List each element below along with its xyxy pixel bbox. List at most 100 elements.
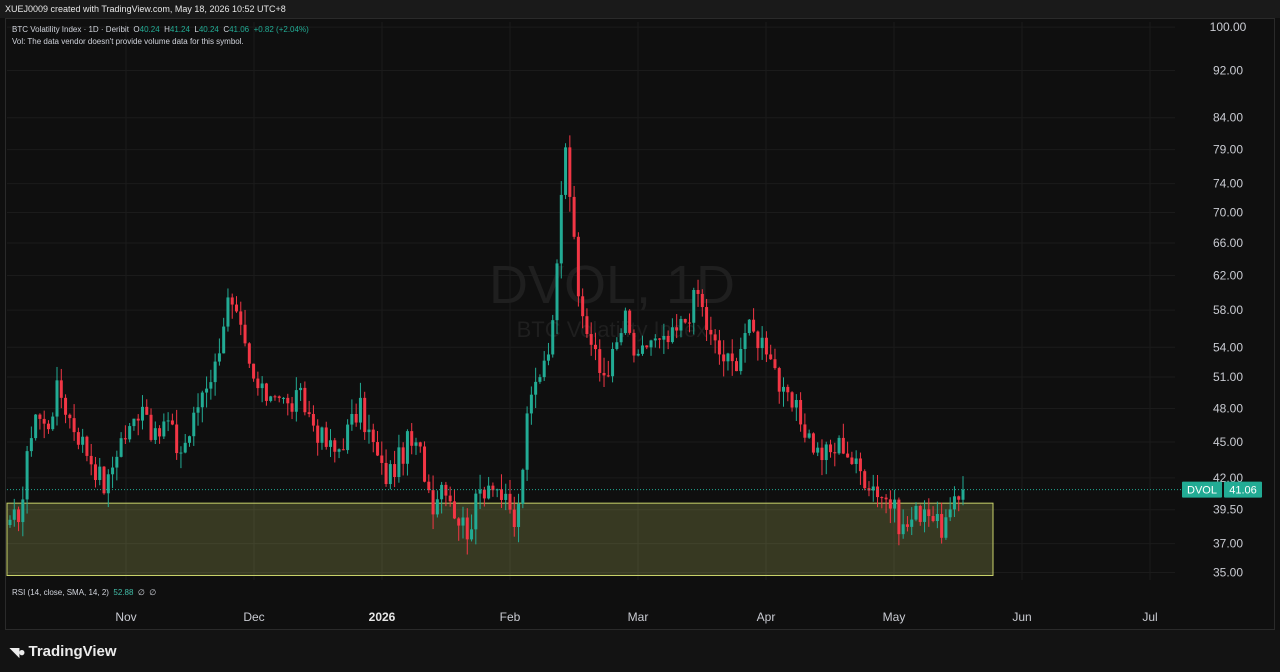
candle[interactable] <box>363 391 367 440</box>
candle[interactable] <box>820 439 824 476</box>
candle[interactable] <box>551 314 555 358</box>
candle[interactable] <box>346 419 350 454</box>
candle[interactable] <box>106 469 110 508</box>
candle[interactable] <box>222 317 226 354</box>
candle[interactable] <box>863 469 867 491</box>
candle[interactable] <box>68 413 72 429</box>
candle[interactable] <box>128 422 132 443</box>
candle[interactable] <box>794 394 798 421</box>
candle[interactable] <box>316 419 320 456</box>
candle[interactable] <box>713 329 717 354</box>
candle[interactable] <box>542 351 546 381</box>
candle[interactable] <box>764 331 768 363</box>
candle[interactable] <box>546 342 550 366</box>
candle[interactable] <box>811 432 815 455</box>
candle[interactable] <box>247 342 251 369</box>
candle[interactable] <box>320 426 324 450</box>
candle[interactable] <box>726 352 730 371</box>
candle[interactable] <box>410 423 414 455</box>
candle[interactable] <box>230 293 234 319</box>
candle[interactable] <box>380 441 384 475</box>
candle[interactable] <box>358 382 362 430</box>
candle[interactable] <box>867 481 871 497</box>
candle[interactable] <box>376 431 380 457</box>
candle[interactable] <box>529 386 533 425</box>
candle[interactable] <box>205 376 209 408</box>
candle[interactable] <box>290 396 294 420</box>
candle[interactable] <box>38 413 42 430</box>
candle[interactable] <box>427 474 431 494</box>
price-chart[interactable]: DVOL, 1D BTC Volatility Index 100.0092.0… <box>0 0 1280 672</box>
candle[interactable] <box>85 435 89 462</box>
candle[interactable] <box>850 451 854 465</box>
candle[interactable] <box>324 421 328 450</box>
candle[interactable] <box>730 339 734 376</box>
support-zone[interactable] <box>6 502 994 577</box>
candle[interactable] <box>384 449 388 487</box>
candle[interactable] <box>192 406 196 446</box>
candle[interactable] <box>401 442 405 476</box>
candle[interactable] <box>119 432 123 458</box>
candle[interactable] <box>98 457 102 486</box>
candle[interactable] <box>89 443 93 476</box>
candle[interactable] <box>273 394 277 401</box>
candle[interactable] <box>760 326 764 360</box>
candle[interactable] <box>196 393 200 426</box>
candle[interactable] <box>277 395 281 403</box>
candle[interactable] <box>350 399 354 431</box>
candle[interactable] <box>307 400 311 418</box>
candle[interactable] <box>64 394 68 424</box>
candle[interactable] <box>444 481 448 507</box>
candle[interactable] <box>576 232 580 307</box>
candle[interactable] <box>269 395 273 403</box>
candle[interactable] <box>145 399 149 415</box>
candle[interactable] <box>149 408 153 442</box>
candle[interactable] <box>435 490 439 518</box>
candle[interactable] <box>93 456 97 488</box>
candle[interactable] <box>170 413 174 426</box>
candle[interactable] <box>803 413 807 443</box>
candle[interactable] <box>264 382 268 406</box>
candle[interactable] <box>534 367 538 409</box>
candle[interactable] <box>333 437 337 463</box>
candle[interactable] <box>799 392 803 432</box>
candle[interactable] <box>487 476 491 500</box>
candle[interactable] <box>354 403 358 427</box>
candle[interactable] <box>961 476 965 506</box>
candle[interactable] <box>51 412 55 431</box>
candle[interactable] <box>166 412 170 432</box>
candle[interactable] <box>816 442 820 457</box>
candle[interactable] <box>743 323 747 363</box>
candle[interactable] <box>717 329 721 365</box>
candle[interactable] <box>179 446 183 469</box>
candle[interactable] <box>739 337 743 375</box>
candle[interactable] <box>405 429 409 476</box>
candle[interactable] <box>243 309 247 347</box>
candle[interactable] <box>452 489 456 520</box>
candle[interactable] <box>628 309 632 335</box>
candle[interactable] <box>846 441 850 458</box>
candle[interactable] <box>756 330 760 361</box>
candle[interactable] <box>158 425 162 444</box>
candle[interactable] <box>371 423 375 453</box>
candle[interactable] <box>136 414 140 436</box>
candle[interactable] <box>239 301 243 336</box>
candle[interactable] <box>508 480 512 514</box>
candle[interactable] <box>294 377 298 422</box>
candle[interactable] <box>735 357 739 372</box>
candle[interactable] <box>329 429 333 458</box>
candle[interactable] <box>303 381 307 416</box>
candle[interactable] <box>636 349 640 357</box>
candle[interactable] <box>175 409 179 460</box>
rsi-legend[interactable]: RSI (14, close, SMA, 14, 2) 52.88 ∅ ∅ <box>12 588 156 597</box>
candle[interactable] <box>632 329 636 363</box>
candle[interactable] <box>841 423 845 455</box>
candle[interactable] <box>747 318 751 336</box>
candle[interactable] <box>611 342 615 383</box>
candle[interactable] <box>29 426 33 457</box>
candle[interactable] <box>606 360 610 378</box>
candle[interactable] <box>807 429 811 439</box>
candle[interactable] <box>140 395 144 430</box>
candle[interactable] <box>837 435 841 455</box>
candle[interactable] <box>341 438 345 451</box>
